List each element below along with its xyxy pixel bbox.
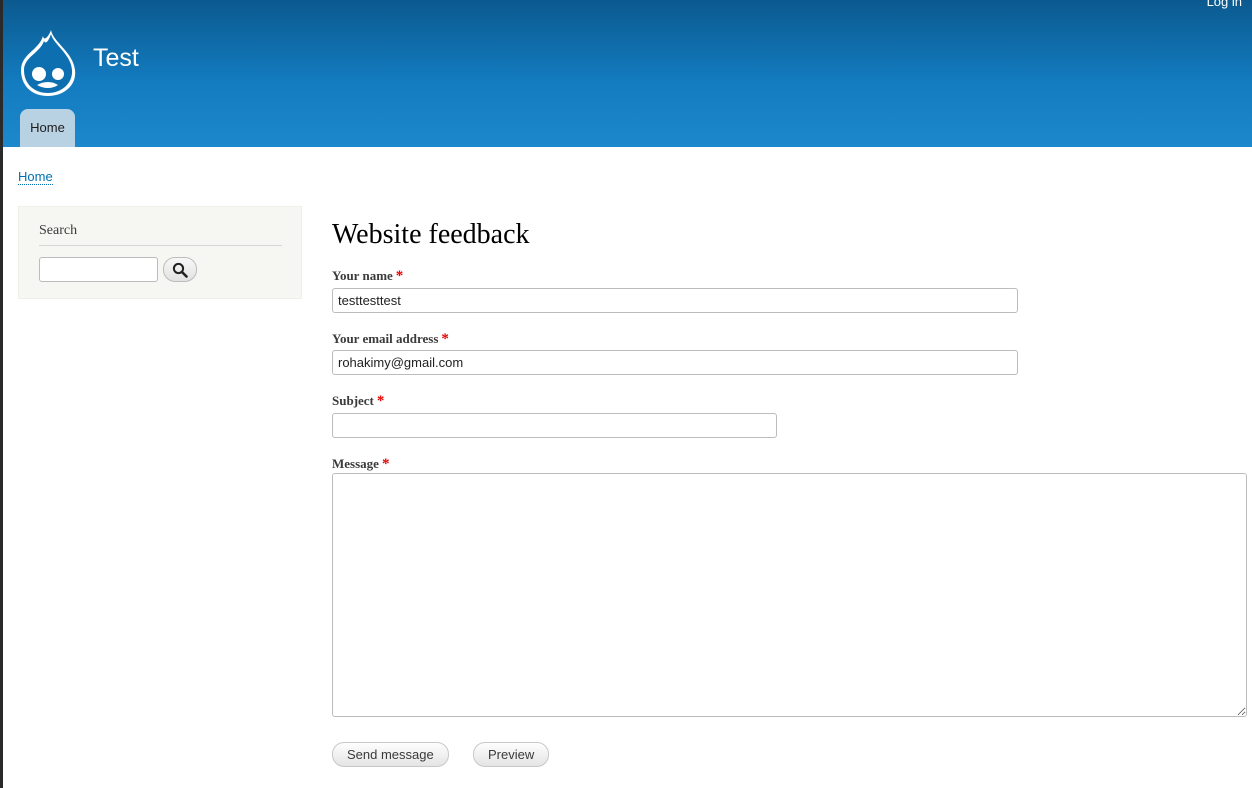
site-name[interactable]: Test: [93, 44, 139, 73]
your-name-input[interactable]: [332, 288, 1018, 313]
send-message-button[interactable]: Send message: [332, 742, 449, 767]
message-label-text: Message: [332, 456, 379, 471]
main-menu-tab-home[interactable]: Home: [20, 109, 75, 147]
subject-label: Subject *: [332, 393, 384, 410]
login-link[interactable]: Log in: [1207, 0, 1242, 9]
breadcrumb-home-link[interactable]: Home: [18, 169, 53, 185]
page-title: Website feedback: [332, 219, 530, 250]
search-block-title: Search: [39, 223, 282, 246]
sidebar-search-block: Search: [18, 206, 302, 299]
email-label: Your email address *: [332, 331, 449, 348]
required-marker: *: [441, 331, 449, 347]
drupal-logo-icon[interactable]: [17, 28, 79, 98]
email-input[interactable]: [332, 350, 1018, 375]
search-button[interactable]: [163, 257, 197, 282]
email-label-text: Your email address: [332, 331, 439, 346]
subject-label-text: Subject: [332, 393, 374, 408]
required-marker: *: [395, 268, 404, 284]
your-name-label: Your name *: [332, 268, 403, 285]
message-textarea[interactable]: [332, 473, 1247, 717]
message-label: Message *: [332, 456, 389, 473]
search-input[interactable]: [39, 257, 158, 282]
subject-input[interactable]: [332, 413, 777, 438]
required-marker: *: [376, 393, 385, 409]
site-header: Log in Test Home: [3, 0, 1252, 147]
your-name-label-text: Your name: [332, 268, 393, 283]
magnifier-icon: [172, 262, 188, 278]
required-marker: *: [381, 456, 390, 472]
preview-button[interactable]: Preview: [473, 742, 550, 767]
